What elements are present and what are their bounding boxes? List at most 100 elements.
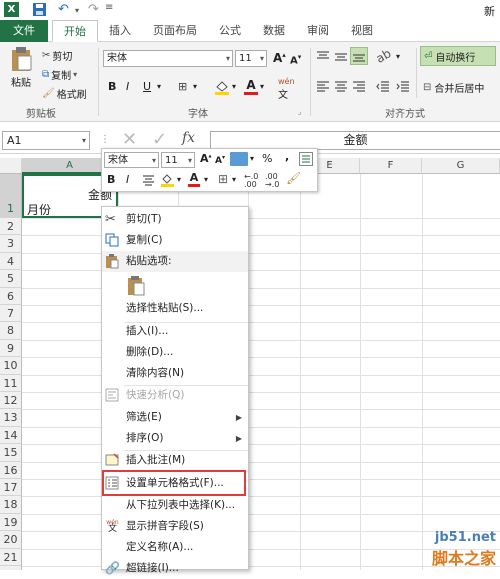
menu-item-cut[interactable]: ✂ 剪切(T) [102,209,248,230]
chevron-down-icon[interactable]: ▾ [250,154,254,163]
chevron-down-icon[interactable]: ▾ [204,175,208,184]
mini-percent-button[interactable]: % [262,152,272,165]
tab-page-layout[interactable]: 页面布局 [142,20,208,42]
menu-item-clear[interactable]: 清除内容(N) [102,363,248,384]
tab-file[interactable]: 文件 [0,20,48,42]
row-header[interactable]: 9 [0,339,22,358]
mini-align-icon[interactable] [142,174,155,190]
insert-function-icon[interactable]: fx [182,130,195,146]
column-header-f[interactable]: F [360,158,422,174]
copy-button[interactable]: ⧉ 复制 ▾ [42,67,77,82]
row-header[interactable]: 21 [0,548,22,566]
font-color-button[interactable]: A [244,78,258,95]
menu-item-sort[interactable]: 排序(O) ▶ [102,428,248,449]
mini-comma-button[interactable]: , [285,150,289,163]
paste-option-button[interactable] [126,275,148,297]
border-icon[interactable]: ⊞ [178,80,187,93]
row-header[interactable]: 12 [0,392,22,410]
menu-item-copy[interactable]: 复制(C) [102,230,248,251]
cancel-icon[interactable]: ✕ [122,129,137,150]
mini-grow-font-button[interactable]: A▴ [200,152,212,165]
tab-formulas[interactable]: 公式 [210,20,250,42]
merge-center-button[interactable]: ⊟ 合并后居中 [420,78,500,96]
tab-home[interactable]: 开始 [52,20,98,42]
menu-item-insert[interactable]: 插入(I)... [102,321,248,342]
worksheet-grid[interactable]: A B C D E F G 12345678910111213141516171… [0,158,500,570]
select-all-corner[interactable] [0,158,22,174]
save-icon[interactable] [32,2,47,17]
tab-data[interactable]: 数据 [254,20,294,42]
mini-number-format-icon[interactable] [230,152,248,166]
tab-view[interactable]: 视图 [342,20,382,42]
format-painter-button[interactable]: 🖌 格式刷 [42,86,87,101]
chevron-down-icon[interactable]: ▾ [260,82,264,91]
phonetic-button[interactable]: wén 文 [278,77,295,101]
chevron-down-icon[interactable]: ▾ [177,175,181,184]
row-header[interactable]: 1 [0,174,22,218]
row-header[interactable]: 3 [0,235,22,253]
menu-item-insert-comment[interactable]: 插入批注(M) [102,450,248,471]
align-bottom-icon[interactable] [350,47,368,65]
align-right-icon[interactable] [352,80,366,97]
row-header[interactable]: 8 [0,322,22,340]
row-header[interactable]: 7 [0,305,22,323]
chevron-down-icon[interactable]: ▾ [396,52,400,61]
undo-icon[interactable]: ↶ [58,2,73,17]
menu-item-filter[interactable]: 筛选(E) ▶ [102,407,248,428]
row-header[interactable]: 5 [0,270,22,288]
tab-review[interactable]: 审阅 [298,20,338,42]
menu-item-define-name[interactable]: 定义名称(A)... [102,537,248,558]
font-name-combo[interactable]: 宋体 ▾ [103,50,233,67]
check-icon[interactable]: ✓ [152,129,167,150]
row-header[interactable]: 22 [0,566,22,570]
underline-button[interactable]: U [143,80,151,93]
chevron-down-icon[interactable]: ▾ [157,82,161,91]
menu-item-hyperlink[interactable]: 🔗 超链接(I)... [102,558,248,579]
bold-button[interactable]: B [108,80,116,93]
italic-button[interactable]: I [126,80,129,93]
redo-icon[interactable]: ↷ [88,2,103,17]
menu-item-show-phonetic[interactable]: wén 文 显示拼音字段(S) [102,516,248,537]
mini-size-combo[interactable]: 11 ▾ [161,152,195,168]
menu-item-paste-special[interactable]: 选择性粘贴(S)... [102,298,248,319]
wrap-text-button[interactable]: ⏎ 自动换行 [420,46,496,66]
cut-button[interactable]: ✂ 剪切 [42,48,72,63]
mini-font-combo[interactable]: 宋体 ▾ [104,152,159,168]
tab-insert[interactable]: 插入 [100,20,140,42]
row-header[interactable]: 20 [0,531,22,549]
align-center-icon[interactable] [334,80,348,97]
fill-color-icon[interactable] [214,79,230,98]
row-header[interactable]: 11 [0,374,22,392]
row-header[interactable]: 13 [0,409,22,427]
mini-increase-decimal-icon[interactable]: ←.0.00 [244,173,258,189]
mini-bold-button[interactable]: B [107,173,115,186]
mini-brush-icon[interactable]: 🖌 [286,171,301,185]
grow-font-button[interactable]: A▴ [273,51,286,65]
chevron-down-icon[interactable]: ▾ [193,82,197,91]
mini-border-icon[interactable]: ⊞ [218,172,228,186]
row-header[interactable]: 18 [0,496,22,514]
mini-decrease-decimal-icon[interactable]: .00 →.0 [265,173,279,189]
align-middle-icon[interactable] [334,50,348,67]
shrink-font-button[interactable]: A▾ [290,53,301,66]
mini-format-painter-icon[interactable] [299,152,313,166]
chevron-down-icon[interactable]: ▾ [232,175,236,184]
column-header-g[interactable]: G [422,158,500,174]
row-header[interactable]: 4 [0,252,22,271]
row-header[interactable]: 16 [0,461,22,479]
mini-shrink-font-button[interactable]: A▾ [215,154,225,166]
mini-italic-button[interactable]: I [126,173,129,186]
name-box[interactable]: A1 ▾ [2,131,90,150]
increase-indent-icon[interactable] [396,80,410,97]
row-header[interactable]: 14 [0,426,22,445]
row-header[interactable]: 17 [0,479,22,497]
decrease-indent-icon[interactable] [376,80,390,97]
mini-fill-color-icon[interactable] [160,172,175,190]
menu-item-pick-from-list[interactable]: 从下拉列表中选择(K)... [102,495,248,516]
row-header[interactable]: 2 [0,218,22,236]
mini-font-color-button[interactable]: A [188,171,200,187]
dialog-launcher-icon[interactable]: ⌟ [298,108,301,116]
orientation-icon[interactable]: ab [374,46,394,66]
row-header[interactable]: 6 [0,287,22,305]
font-size-combo[interactable]: 11 ▾ [235,50,267,67]
